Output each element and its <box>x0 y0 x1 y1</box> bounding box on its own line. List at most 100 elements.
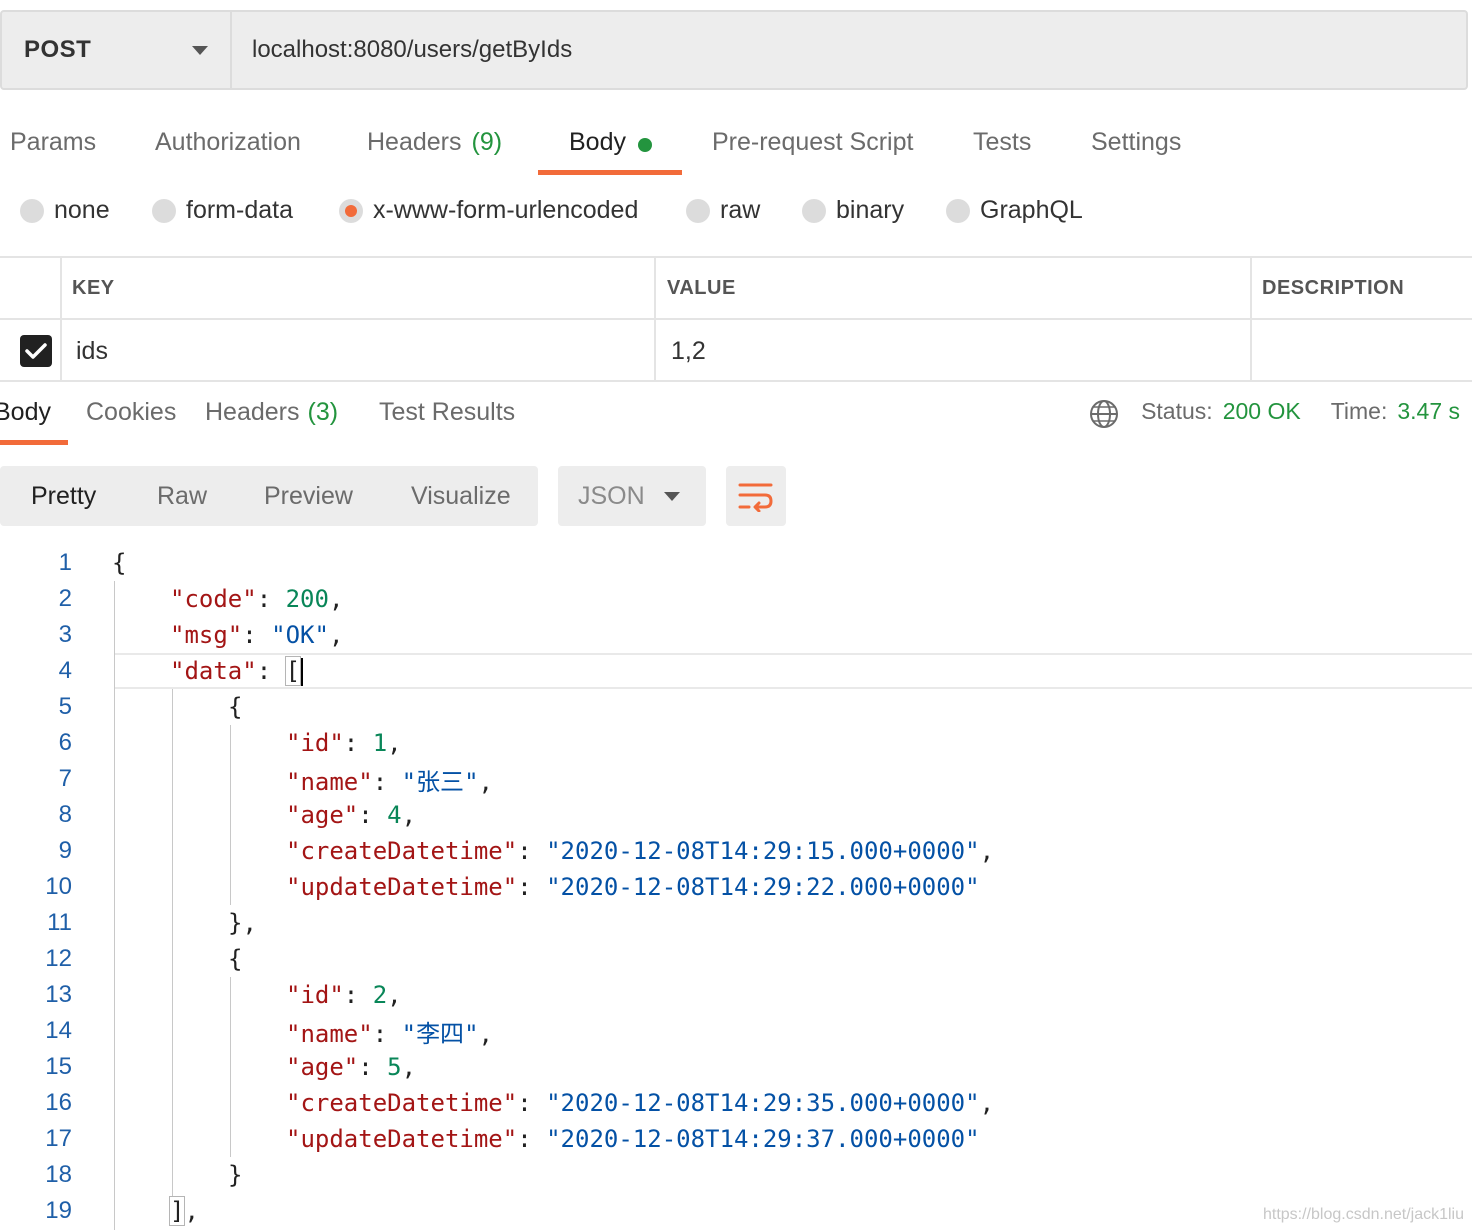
format-select[interactable]: JSON <box>558 466 706 526</box>
tab-label: Tests <box>973 128 1032 156</box>
tab-authorization[interactable]: Authorization <box>155 112 301 176</box>
line-number: 18 <box>45 1161 72 1188</box>
tab-label: Settings <box>1091 128 1182 156</box>
line-number: 14 <box>45 1017 72 1044</box>
tab-label: Params <box>10 128 97 156</box>
view-raw-button[interactable]: Raw <box>157 466 207 526</box>
response-tab-cookies[interactable]: Cookies <box>86 398 176 427</box>
radio-binary[interactable]: binary <box>802 196 904 225</box>
line-number: 6 <box>58 729 72 756</box>
globe-icon[interactable] <box>1088 398 1120 430</box>
tab-headers[interactable]: Headers (9) <box>367 112 502 176</box>
watermark: https://blog.csdn.net/jack1liu <box>1262 1206 1464 1223</box>
json-name-value: 张三 <box>416 767 465 796</box>
response-status: Status: 200 OK Time: 3.47 s <box>1141 398 1460 425</box>
time-value[interactable]: 3.47 s <box>1397 398 1460 425</box>
json-age-value: 5 <box>387 1053 402 1081</box>
line-number: 5 <box>58 693 72 720</box>
wrap-lines-icon <box>738 483 773 512</box>
request-tabs: Params Authorization Headers (9) Body Pre… <box>0 112 1472 176</box>
radio-raw[interactable]: raw <box>686 196 760 225</box>
radio-none[interactable]: none <box>20 196 110 225</box>
time-label: Time: <box>1330 398 1388 424</box>
chevron-down-icon <box>192 45 208 55</box>
code-line: 2 "code": 200, <box>0 581 1472 617</box>
check-icon <box>25 343 47 359</box>
radio-x-www-form-urlencoded[interactable]: x-www-form-urlencoded <box>339 196 638 225</box>
line-number: 7 <box>58 765 72 792</box>
line-number: 16 <box>45 1089 72 1116</box>
json-update-value: 2020-12-08T14:29:22.000+0000 <box>560 873 966 901</box>
row-checkbox[interactable] <box>20 320 52 382</box>
wrap-lines-button[interactable] <box>726 466 786 526</box>
line-number: 1 <box>58 549 72 576</box>
line-number: 12 <box>45 945 72 972</box>
json-code-value: 200 <box>285 585 329 613</box>
view-pretty-button[interactable]: Pretty <box>31 466 96 526</box>
line-number: 10 <box>45 873 72 900</box>
param-value[interactable]: 1,2 <box>671 320 706 382</box>
response-body-editor[interactable]: 1 { 2 "code": 200, 3 "msg": "OK", 4 "dat… <box>0 545 1472 1230</box>
radio-circle <box>152 198 176 223</box>
code-line: 3 "msg": "OK", <box>0 617 1472 653</box>
params-table: KEY VALUE DESCRIPTION ids 1,2 <box>0 256 1472 382</box>
body-indicator-dot <box>637 138 652 152</box>
json-age-value: 4 <box>387 801 402 829</box>
table-header-row: KEY VALUE DESCRIPTION <box>0 258 1472 320</box>
method-select[interactable]: POST <box>2 12 232 88</box>
status-label: Status: <box>1141 398 1213 424</box>
param-key[interactable]: ids <box>76 320 108 382</box>
line-number: 15 <box>45 1053 72 1080</box>
json-name-value: 李四 <box>416 1019 465 1048</box>
view-visualize-button[interactable]: Visualize <box>411 466 511 526</box>
code-line: 11 }, <box>0 905 1472 941</box>
code-line: 12 { <box>0 941 1472 977</box>
code-line: 8 "age": 4, <box>0 797 1472 833</box>
json-create-value: 2020-12-08T14:29:15.000+0000 <box>560 837 966 865</box>
chevron-down-icon <box>664 491 680 501</box>
radio-circle <box>20 198 44 223</box>
response-tab-test-results[interactable]: Test Results <box>379 398 515 427</box>
code-line: 10 "updateDatetime": "2020-12-08T14:29:2… <box>0 869 1472 905</box>
line-number: 11 <box>47 909 72 936</box>
code-line: 5 { <box>0 689 1472 725</box>
response-tabs: Body Cookies Headers (3) Test Results Sta… <box>0 392 1472 448</box>
code-line: 6 "id": 1, <box>0 725 1472 761</box>
line-number: 19 <box>45 1197 72 1224</box>
tab-label: Headers <box>205 398 300 426</box>
tab-prerequest-script[interactable]: Pre-request Script <box>712 112 913 176</box>
view-preview-button[interactable]: Preview <box>264 466 353 526</box>
json-msg-value: OK <box>285 621 315 649</box>
radio-graphql[interactable]: GraphQL <box>946 196 1083 225</box>
line-number: 13 <box>45 981 72 1008</box>
tab-label: Pre-request Script <box>712 128 914 156</box>
response-tab-headers[interactable]: Headers (3) <box>205 398 338 427</box>
format-label: JSON <box>578 481 645 510</box>
headers-count: (3) <box>307 398 339 426</box>
json-id-value: 1 <box>372 729 388 757</box>
radio-label: x-www-form-urlencoded <box>373 196 639 224</box>
line-number: 8 <box>58 801 72 828</box>
radio-label: raw <box>720 196 761 224</box>
line-number: 2 <box>58 585 72 612</box>
code-line: 9 "createDatetime": "2020-12-08T14:29:15… <box>0 833 1472 869</box>
response-tab-body[interactable]: Body <box>0 398 51 427</box>
url-input[interactable]: localhost:8080/users/getByIds <box>232 12 1466 88</box>
param-description[interactable] <box>1262 320 1462 382</box>
checkbox-checked <box>20 335 52 367</box>
radio-circle <box>686 198 710 223</box>
active-tab-underline <box>538 170 682 175</box>
code-line: 7 "name": "张三", <box>0 761 1472 797</box>
tab-body[interactable]: Body <box>569 112 652 176</box>
radio-form-data[interactable]: form-data <box>152 196 293 225</box>
status-value[interactable]: 200 OK <box>1223 398 1301 425</box>
tab-label: Headers <box>367 128 462 156</box>
body-mode-radios: none form-data x-www-form-urlencoded raw… <box>0 196 1472 240</box>
tab-settings[interactable]: Settings <box>1091 112 1181 176</box>
tab-tests[interactable]: Tests <box>973 112 1031 176</box>
json-create-value: 2020-12-08T14:29:35.000+0000 <box>560 1089 966 1117</box>
tab-params[interactable]: Params <box>10 112 96 176</box>
radio-label: none <box>54 196 110 224</box>
tab-label: Body <box>569 128 626 156</box>
tab-label: Authorization <box>155 128 301 156</box>
